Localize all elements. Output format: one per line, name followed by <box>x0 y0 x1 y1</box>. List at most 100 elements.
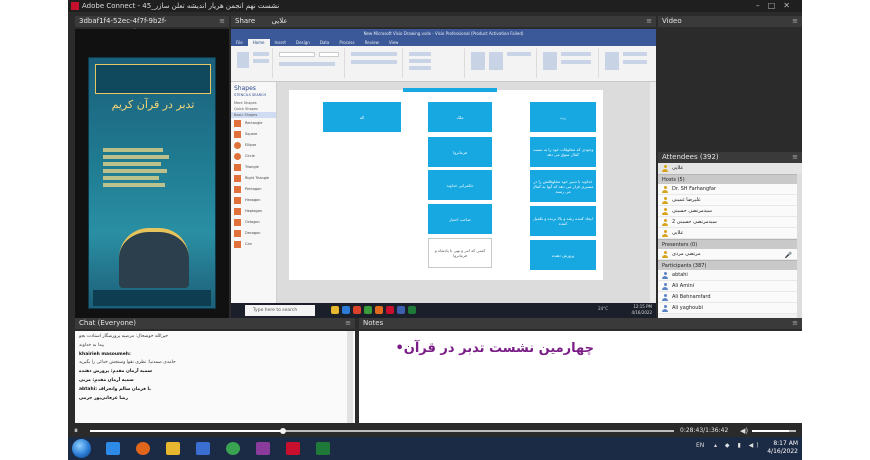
remote-taskbar: Type here to search 24°C 12:15 PM 4/16/20… <box>231 303 656 318</box>
playback-track[interactable] <box>90 430 674 432</box>
diagram-box-rabb-1: وجودی که مخلوقات خود را به نسبت کمال سوق… <box>530 137 596 167</box>
shape-item[interactable]: Right Triangle <box>231 173 276 184</box>
attendee-participant-row[interactable]: Ali yaghoubi <box>658 303 802 314</box>
shape-item[interactable]: Heptagon <box>231 206 276 217</box>
person-icon <box>662 186 668 193</box>
attendee-name: abtahi <box>672 272 688 278</box>
attendee-host-row[interactable]: علایی <box>658 228 802 239</box>
shape-item-label: Can <box>245 242 252 246</box>
notes-pod-header[interactable]: Notes ≡ <box>359 318 802 329</box>
image-pod-header[interactable]: 3dbaf1f4-52ec-4f7f-9b2f-50a3e433e1a0.jpg… <box>75 16 229 36</box>
shape-icon <box>234 197 241 204</box>
taskbar-app-firefox[interactable] <box>130 439 156 458</box>
event-poster: تدبر در قرآن کریم <box>88 57 216 309</box>
taskbar-app-explorer[interactable] <box>160 439 186 458</box>
attendee-self[interactable]: علایی <box>658 163 802 174</box>
taskbar-app-ie[interactable] <box>100 439 126 458</box>
taskbar-app-adobe-connect[interactable] <box>280 439 306 458</box>
ribbon-arrange-group <box>539 48 599 78</box>
attendee-host-row[interactable]: سیدمرتضی حسینی 2 <box>658 217 802 228</box>
system-clock[interactable]: 8:17 AM 4/16/2022 <box>754 440 798 456</box>
shape-item-label: Right Triangle <box>245 176 270 180</box>
shape-item-label: Decagon <box>245 231 261 235</box>
minimize-button[interactable]: – <box>756 1 768 10</box>
pod-menu-icon[interactable]: ≡ <box>792 152 798 163</box>
taskbar-app-media[interactable] <box>190 439 216 458</box>
participants-section-header[interactable]: Participants (387) <box>658 260 802 270</box>
video-pod-title: Video <box>662 17 682 25</box>
pod-menu-icon[interactable]: ≡ <box>646 16 652 27</box>
shape-item[interactable]: Triangle <box>231 162 276 173</box>
shape-item-label: Circle <box>245 154 255 158</box>
attendees-scrollbar[interactable] <box>797 174 802 318</box>
pod-menu-icon[interactable]: ≡ <box>219 16 225 27</box>
shape-item[interactable]: Ellipse <box>231 140 276 151</box>
pause-button[interactable]: ⏸ <box>74 426 78 436</box>
shape-item[interactable]: Octagon <box>231 217 276 228</box>
attendee-mic-row[interactable]: مرتضی مردی 🎤 <box>658 249 802 260</box>
pod-menu-icon[interactable]: ≡ <box>792 318 798 329</box>
firefox-icon <box>136 442 150 455</box>
shape-item[interactable]: Decagon <box>231 228 276 239</box>
remote-search-box[interactable]: Type here to search <box>245 305 315 316</box>
chat-message: خیرالله خوشحال: مرضیه پرورشگار استادت بج… <box>79 334 169 339</box>
attendee-name: Ali yaghoubi <box>672 305 703 311</box>
shape-item-label: Hexagon <box>245 198 261 202</box>
chrome-icon <box>226 442 240 455</box>
person-icon <box>662 305 668 312</box>
taskbar-app-winrar[interactable] <box>250 439 276 458</box>
volume-icon[interactable]: ◀) <box>740 425 748 437</box>
microphone-icon: 🎤 <box>784 252 792 259</box>
media-icon <box>196 442 210 455</box>
shape-item[interactable]: Rectangle <box>231 118 276 129</box>
window-controls[interactable]: –□✕ <box>756 0 798 12</box>
share-pod-header[interactable]: Share علایی ≡ <box>231 16 656 27</box>
video-pod-header[interactable]: Video ≡ <box>658 16 802 27</box>
diagram-box-malik-2: حکمرانی خداوند <box>428 170 492 200</box>
shape-item[interactable]: Can <box>231 239 276 250</box>
taskbar-app-excel[interactable] <box>310 439 336 458</box>
attendees-pod: علایی Hosts (5) Dr. SH Farhangfar علیرضا … <box>658 163 802 318</box>
shape-item[interactable]: Circle <box>231 151 276 162</box>
shape-item-label: Pentagon <box>245 187 262 191</box>
shape-icon <box>234 153 241 160</box>
shape-item[interactable]: Pentagon <box>231 184 276 195</box>
attendee-host-row[interactable]: سیدمرتضی حسینی <box>658 206 802 217</box>
ie-icon <box>106 442 120 455</box>
window-title: Adobe Connect - 45_نشست نهم انجمن هریار … <box>82 2 280 10</box>
taskbar-app-chrome[interactable] <box>220 439 246 458</box>
share-pod[interactable]: New Microsoft Visio Drawing.vsdx - Visio… <box>231 29 656 318</box>
remote-taskbar-icons <box>331 306 419 316</box>
start-button[interactable] <box>72 439 91 458</box>
window-titlebar[interactable]: Adobe Connect - 45_نشست نهم انجمن هریار … <box>68 0 802 12</box>
language-indicator[interactable]: EN <box>696 442 704 449</box>
canvas-vertical-scrollbar[interactable] <box>650 82 656 309</box>
pod-menu-icon[interactable]: ≡ <box>345 318 351 329</box>
shape-item[interactable]: Hexagon <box>231 195 276 206</box>
visio-ribbon <box>231 46 656 82</box>
shape-item[interactable]: Square <box>231 129 276 140</box>
app-icon <box>353 306 361 314</box>
maximize-button[interactable]: □ <box>768 1 784 10</box>
playback-scrubber[interactable] <box>279 428 286 434</box>
diagram-box-rabb-2: خداوند با تدبیر خود مخلوقاتش را در مسیری… <box>530 170 596 202</box>
firefox-icon <box>375 306 383 314</box>
hosts-section-header[interactable]: Hosts (5) <box>658 174 802 184</box>
chat-pod-header[interactable]: Chat (Everyone) ≡ <box>75 318 355 329</box>
shape-item-label: Rectangle <box>245 121 263 125</box>
attendees-pod-header[interactable]: Attendees (392) ≡ <box>658 152 802 163</box>
attendee-participant-row[interactable]: abtahi <box>658 270 802 281</box>
attendee-host-row[interactable]: علیرضا غمینی <box>658 195 802 206</box>
attendee-host-row[interactable]: Dr. SH Farhangfar <box>658 184 802 195</box>
visio-icon <box>397 306 405 314</box>
presenters-section-header[interactable]: Presenters (0) <box>658 239 802 249</box>
attendee-name: Ali Behnamfard <box>672 294 711 300</box>
chat-scrollbar[interactable] <box>347 331 353 423</box>
attendee-participant-row[interactable]: Ali Amini <box>658 281 802 292</box>
attendee-participant-row[interactable]: Ali Behnamfard <box>658 292 802 303</box>
pod-menu-icon[interactable]: ≡ <box>792 16 798 27</box>
close-button[interactable]: ✕ <box>783 1 798 10</box>
shape-icon <box>234 142 241 149</box>
visio-ribbon-tabs: File Home Insert Design Data Process Review Vie… <box>231 38 656 47</box>
volume-slider[interactable] <box>752 430 796 432</box>
